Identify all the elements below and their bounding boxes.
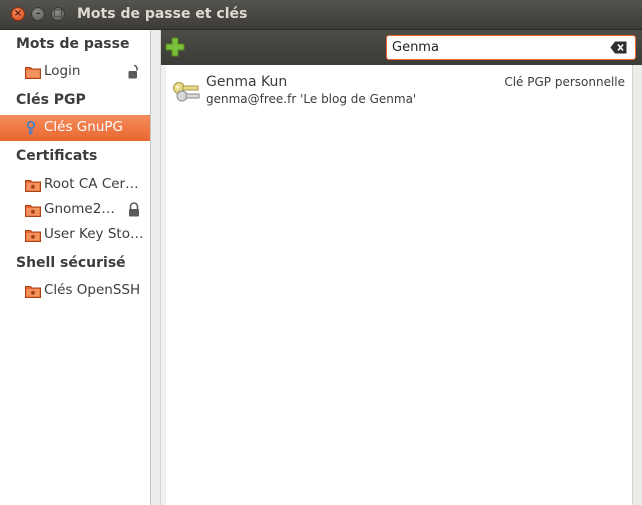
list-item[interactable]: Genma Kun genma@free.fr 'Le blog de Genm… (166, 71, 632, 111)
minimize-icon: – (35, 8, 41, 19)
sidebar-item-label: Clés GnuPG (44, 119, 123, 135)
section-header-pgp-keys: Clés PGP (16, 92, 86, 108)
sidebar-item-label: Clés OpenSSH (44, 282, 141, 298)
pane-divider[interactable] (151, 30, 161, 505)
pgp-keypair-icon (173, 82, 200, 102)
minimize-window-button[interactable]: – (31, 7, 45, 21)
plus-icon[interactable] (165, 37, 185, 57)
key-detail: genma@free.fr 'Le blog de Genma' (206, 92, 417, 106)
folder-icon (25, 180, 41, 192)
sidebar-item-label: Gnome2… (44, 201, 115, 217)
sidebar-item-openssh-keys[interactable]: Clés OpenSSH (0, 278, 150, 304)
section-header-certificates: Certificats (16, 148, 98, 164)
window-title: Mots de passe et clés (77, 6, 248, 22)
key-list: Genma Kun genma@free.fr 'Le blog de Genm… (166, 65, 632, 505)
folder-icon (25, 67, 41, 79)
clear-text-icon[interactable] (610, 41, 627, 54)
section-header-secure-shell: Shell sécurisé (16, 255, 126, 271)
unlocked-icon (128, 64, 138, 79)
search-input[interactable] (392, 38, 602, 57)
sidebar-item-root-ca[interactable]: Root CA Cer… (0, 172, 150, 198)
folder-icon (25, 286, 41, 298)
toolbar (161, 30, 642, 65)
close-icon: × (13, 8, 23, 19)
key-name: Genma Kun (206, 74, 288, 90)
section-header-passwords: Mots de passe (16, 36, 130, 52)
maximize-window-button[interactable]: □ (51, 7, 65, 21)
sidebar-item-login[interactable]: Login (0, 59, 150, 85)
close-window-button[interactable]: × (11, 7, 25, 21)
key-type: Clé PGP personnelle (504, 75, 625, 89)
sidebar-item-label: Root CA Cer… (44, 176, 139, 192)
title-bar: × – □ Mots de passe et clés (0, 0, 642, 30)
folder-icon (25, 205, 41, 217)
maximize-icon: □ (53, 8, 63, 19)
sidebar-item-user-key-storage[interactable]: User Key Sto… (0, 222, 150, 248)
folder-icon (25, 230, 41, 242)
sidebar-item-label: Login (44, 63, 81, 79)
key-icon (27, 121, 35, 135)
search-field[interactable] (386, 35, 636, 60)
sidebar-item-gnome2[interactable]: Gnome2… (0, 197, 150, 223)
sidebar-item-label: User Key Sto… (44, 226, 144, 242)
lock-icon (129, 202, 139, 217)
sidebar-item-gnupg-keys[interactable]: Clés GnuPG (0, 115, 150, 141)
right-edge (632, 65, 642, 505)
sidebar: Mots de passe Login Clés PGP Clés GnuPG … (0, 30, 151, 505)
